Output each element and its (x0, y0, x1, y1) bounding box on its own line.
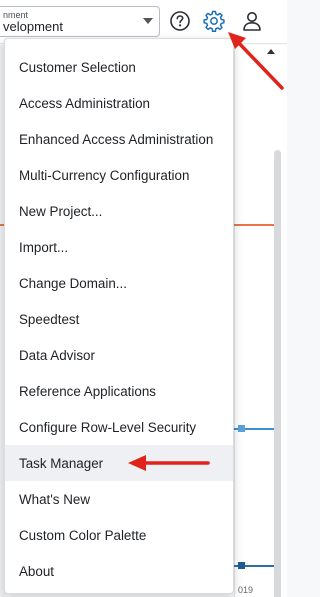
menu-item-change-domain[interactable]: Change Domain... (5, 265, 233, 301)
menu-item-reference-applications[interactable]: Reference Applications (5, 373, 233, 409)
menu-item-whats-new[interactable]: What's New (5, 481, 233, 517)
annotation-arrow-icon (228, 32, 284, 90)
menu-item-customer-selection[interactable]: Customer Selection (5, 49, 233, 85)
settings-menu: Customer Selection Access Administration… (4, 38, 234, 594)
caret-down-icon (143, 18, 153, 24)
scrollbar[interactable] (274, 150, 281, 597)
menu-item-data-advisor[interactable]: Data Advisor (5, 337, 233, 373)
gear-icon[interactable] (202, 9, 226, 33)
menu-item-speedtest[interactable]: Speedtest (5, 301, 233, 337)
menu-item-access-administration[interactable]: Access Administration (5, 85, 233, 121)
menu-item-import[interactable]: Import... (5, 229, 233, 265)
help-icon[interactable] (168, 9, 192, 33)
menu-item-new-project[interactable]: New Project... (5, 193, 233, 229)
menu-item-configure-row-level-security[interactable]: Configure Row-Level Security (5, 409, 233, 445)
annotation-arrow-icon (128, 455, 210, 471)
environment-select[interactable]: nment velopment (0, 6, 160, 37)
background-series-marker (238, 425, 245, 432)
menu-item-multi-currency-configuration[interactable]: Multi-Currency Configuration (5, 157, 233, 193)
menu-item-enhanced-access-administration[interactable]: Enhanced Access Administration (5, 121, 233, 157)
menu-item-about[interactable]: About (5, 553, 233, 589)
environment-value: velopment (3, 19, 63, 34)
background-axis-label: 019 (238, 585, 254, 595)
menu-item-custom-color-palette[interactable]: Custom Color Palette (5, 517, 233, 553)
background-series-marker (238, 562, 245, 569)
background-series-line (234, 224, 274, 226)
